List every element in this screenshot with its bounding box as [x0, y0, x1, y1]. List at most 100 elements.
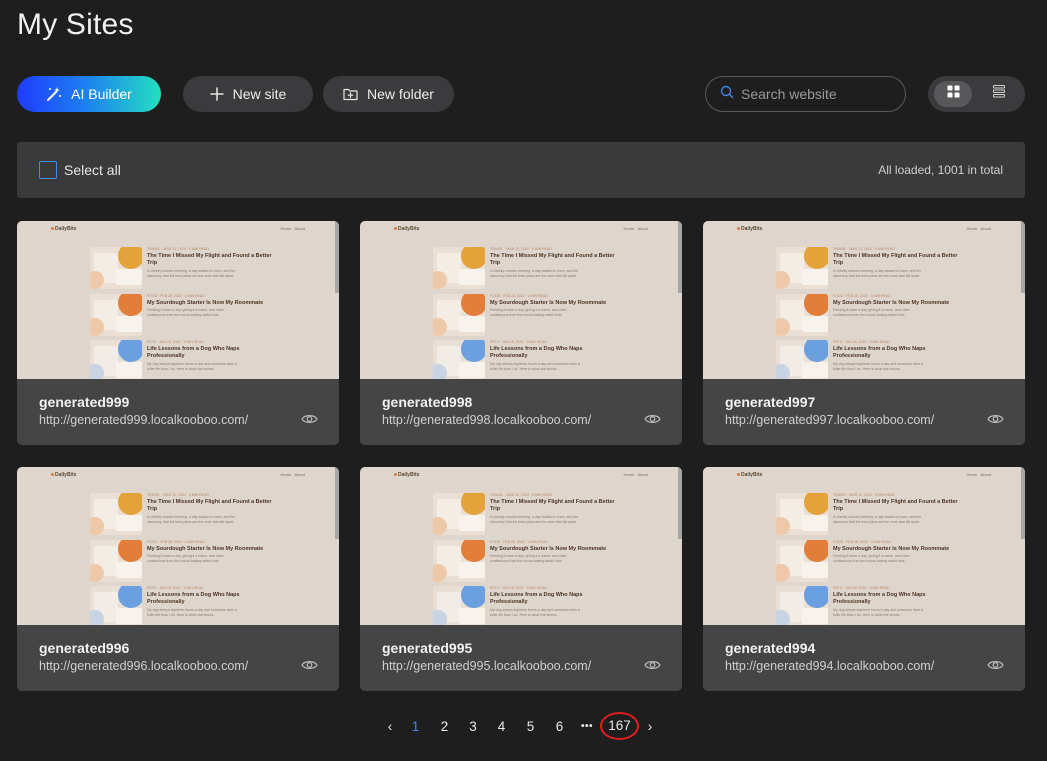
thumbnail-post-title: My Sourdough Starter Is Now My Roommate [490, 546, 607, 552]
thumbnail-post-meta: PETS · JAN 15, 2024 · 3 MIN READ [490, 340, 547, 344]
site-info: generated999 http://generated999.localko… [17, 379, 339, 445]
eye-icon[interactable] [987, 412, 1004, 431]
thumbnail-post-image [433, 586, 485, 625]
thumbnail-post-image [90, 340, 142, 379]
thumbnail-post-image [776, 586, 828, 625]
plus-icon [209, 87, 224, 101]
site-card[interactable]: DailyBits Home About TRAVEL · MAR 12, 20… [703, 467, 1025, 691]
thumbnail-post-meta: PETS · JAN 15, 2024 · 3 MIN READ [147, 586, 204, 590]
thumbnail-scrollbar [335, 467, 339, 539]
thumbnail-post: FOOD · FEB 28, 2024 · 4 MIN READ My Sour… [90, 540, 290, 582]
search-box[interactable] [705, 76, 906, 112]
thumbnail-post-image [90, 493, 142, 535]
select-all[interactable]: Select all [39, 161, 121, 179]
thumbnail-post: FOOD · FEB 28, 2024 · 4 MIN READ My Sour… [433, 540, 633, 582]
magic-wand-icon [46, 86, 62, 102]
site-url[interactable]: http://generated994.localkooboo.com/ [725, 659, 934, 673]
thumbnail-post-image [433, 247, 485, 289]
thumbnail-post-title: My Sourdough Starter Is Now My Roommate [147, 300, 264, 306]
thumbnail-post-excerpt: My dog sleeps eighteen hours a day and s… [147, 608, 237, 617]
thumbnail-post: TRAVEL · MAR 12, 2024 · 5 MIN READ The T… [776, 493, 976, 535]
thumbnail-nav: Home About [280, 472, 305, 477]
page-5[interactable]: 5 [516, 719, 545, 734]
thumbnail-post: FOOD · FEB 28, 2024 · 4 MIN READ My Sour… [776, 540, 976, 582]
thumbnail-post: PETS · JAN 15, 2024 · 3 MIN READ Life Le… [433, 340, 633, 379]
thumbnail-post-meta: FOOD · FEB 28, 2024 · 4 MIN READ [833, 294, 891, 298]
thumbnail-nav: Home About [280, 226, 305, 231]
thumbnail-post-excerpt: Feeding it twice a day, giving it a name… [833, 554, 910, 563]
thumbnail-post: FOOD · FEB 28, 2024 · 4 MIN READ My Sour… [776, 294, 976, 336]
thumbnail-post: FOOD · FEB 28, 2024 · 4 MIN READ My Sour… [433, 294, 633, 336]
site-url[interactable]: http://generated995.localkooboo.com/ [382, 659, 591, 673]
thumbnail-post-meta: PETS · JAN 15, 2024 · 3 MIN READ [147, 340, 204, 344]
thumbnail-post-meta: TRAVEL · MAR 12, 2024 · 5 MIN READ [147, 247, 209, 251]
thumbnail-post-title: The Time I Missed My Flight and Found a … [147, 253, 272, 266]
thumbnail-post-meta: FOOD · FEB 28, 2024 · 4 MIN READ [147, 540, 205, 544]
thumbnail-logo: DailyBits [737, 472, 762, 478]
site-card[interactable]: DailyBits Home About TRAVEL · MAR 12, 20… [360, 221, 682, 445]
site-card[interactable]: DailyBits Home About TRAVEL · MAR 12, 20… [17, 467, 339, 691]
new-folder-button[interactable]: New folder [323, 76, 454, 112]
thumbnail-post-title: The Time I Missed My Flight and Found a … [490, 253, 615, 266]
page-3[interactable]: 3 [459, 719, 487, 734]
prev-page-button[interactable]: ‹ [379, 719, 401, 734]
eye-icon[interactable] [644, 658, 661, 677]
thumbnail-post-image [776, 247, 828, 289]
new-site-button[interactable]: New site [183, 76, 313, 112]
site-thumbnail[interactable]: DailyBits Home About TRAVEL · MAR 12, 20… [360, 221, 682, 379]
thumbnail-post-excerpt: My dog sleeps eighteen hours a day and s… [490, 362, 580, 371]
thumbnail-post-title: Life Lessons from a Dog Who Naps Profess… [833, 346, 926, 359]
page-6[interactable]: 6 [545, 719, 574, 734]
thumbnail-post-excerpt: My dog sleeps eighteen hours a day and s… [833, 608, 923, 617]
site-thumbnail[interactable]: DailyBits Home About TRAVEL · MAR 12, 20… [360, 467, 682, 625]
ai-builder-button[interactable]: AI Builder [17, 76, 161, 112]
site-thumbnail[interactable]: DailyBits Home About TRAVEL · MAR 12, 20… [703, 221, 1025, 379]
site-url[interactable]: http://generated998.localkooboo.com/ [382, 413, 591, 427]
thumbnail-post-image [776, 294, 828, 336]
thumbnail-post-excerpt: A cheeky chance meeting, a day wasted in… [147, 515, 236, 524]
next-page-button[interactable]: › [639, 719, 661, 734]
site-card[interactable]: DailyBits Home About TRAVEL · MAR 12, 20… [17, 221, 339, 445]
site-card[interactable]: DailyBits Home About TRAVEL · MAR 12, 20… [703, 221, 1025, 445]
thumbnail-post-excerpt: A cheeky chance meeting, a day wasted in… [833, 269, 922, 278]
selection-bar: Select all All loaded, 1001 in total [17, 142, 1025, 198]
site-url[interactable]: http://generated996.localkooboo.com/ [39, 659, 248, 673]
thumbnail-post-meta: TRAVEL · MAR 12, 2024 · 5 MIN READ [490, 493, 552, 497]
eye-icon[interactable] [987, 658, 1004, 677]
grid-view-button[interactable] [934, 81, 972, 107]
eye-icon[interactable] [301, 658, 318, 677]
search-input[interactable] [741, 86, 891, 102]
page-last[interactable]: 167 [600, 712, 639, 740]
ai-builder-label: AI Builder [71, 86, 132, 102]
page-1[interactable]: 1 [401, 719, 430, 734]
select-all-checkbox[interactable] [39, 161, 57, 179]
thumbnail-post-excerpt: A cheeky chance meeting, a day wasted in… [833, 515, 922, 524]
eye-icon[interactable] [644, 412, 661, 431]
thumbnail-post-image [90, 294, 142, 336]
thumbnail-post-excerpt: Feeding it twice a day, giving it a name… [147, 308, 224, 317]
site-url[interactable]: http://generated997.localkooboo.com/ [725, 413, 934, 427]
thumbnail-post-excerpt: A cheeky chance meeting, a day wasted in… [490, 269, 579, 278]
page-ellipsis[interactable]: ••• [574, 721, 600, 732]
thumbnail-nav: Home About [966, 226, 991, 231]
thumbnail-post-meta: TRAVEL · MAR 12, 2024 · 5 MIN READ [490, 247, 552, 251]
site-thumbnail[interactable]: DailyBits Home About TRAVEL · MAR 12, 20… [17, 221, 339, 379]
thumbnail-post-meta: TRAVEL · MAR 12, 2024 · 5 MIN READ [833, 493, 895, 497]
thumbnail-post: FOOD · FEB 28, 2024 · 4 MIN READ My Sour… [90, 294, 290, 336]
list-view-button[interactable] [980, 81, 1018, 107]
thumbnail-post-title: The Time I Missed My Flight and Found a … [490, 499, 615, 512]
page-4[interactable]: 4 [487, 719, 516, 734]
eye-icon[interactable] [301, 412, 318, 431]
thumbnail-post-title: The Time I Missed My Flight and Found a … [147, 499, 272, 512]
page-2[interactable]: 2 [430, 719, 459, 734]
site-url[interactable]: http://generated999.localkooboo.com/ [39, 413, 248, 427]
view-toggle [928, 76, 1025, 112]
site-info: generated996 http://generated996.localko… [17, 625, 339, 691]
site-name: generated996 [39, 640, 130, 656]
page-title: My Sites [17, 8, 134, 41]
site-thumbnail[interactable]: DailyBits Home About TRAVEL · MAR 12, 20… [17, 467, 339, 625]
thumbnail-post: TRAVEL · MAR 12, 2024 · 5 MIN READ The T… [776, 247, 976, 289]
thumbnail-post-meta: PETS · JAN 15, 2024 · 3 MIN READ [490, 586, 547, 590]
site-card[interactable]: DailyBits Home About TRAVEL · MAR 12, 20… [360, 467, 682, 691]
site-thumbnail[interactable]: DailyBits Home About TRAVEL · MAR 12, 20… [703, 467, 1025, 625]
